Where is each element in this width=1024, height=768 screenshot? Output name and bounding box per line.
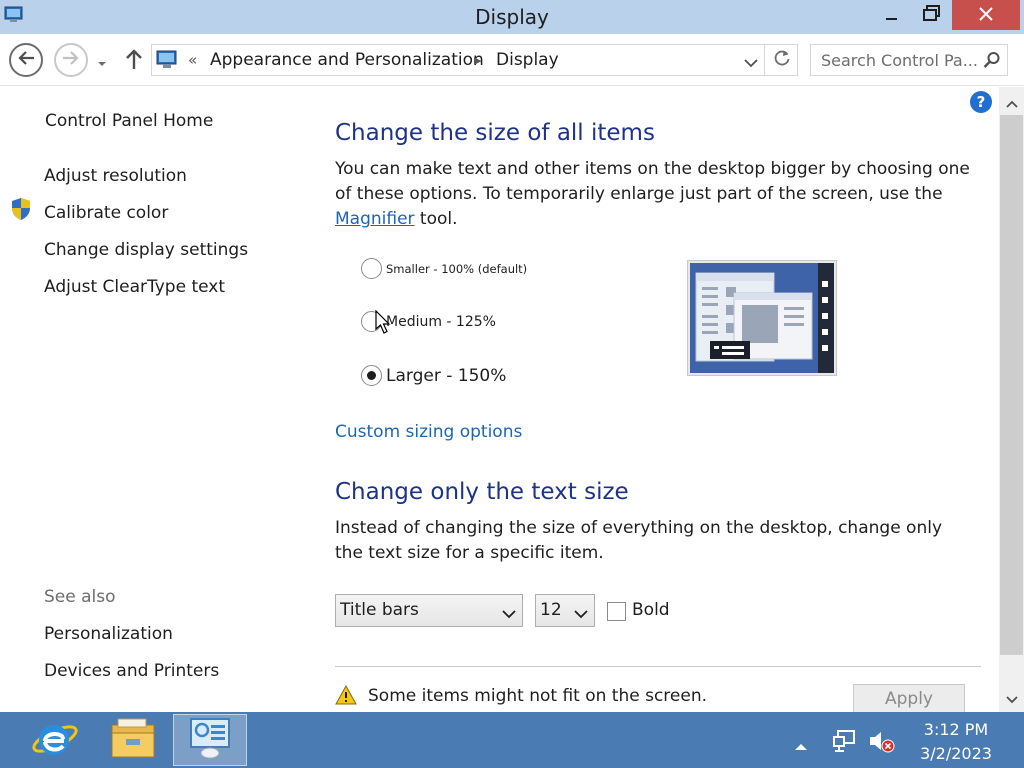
calibrate-color-link[interactable]: Calibrate color: [44, 203, 168, 223]
maximize-button[interactable]: [912, 0, 952, 30]
display-scaling-preview: [687, 260, 837, 376]
navigation-bar: « Appearance and Personalization ▸ Displ…: [0, 34, 1024, 86]
refresh-button[interactable]: [764, 45, 798, 75]
warning-icon: [335, 684, 357, 709]
personalization-link[interactable]: Personalization: [44, 624, 173, 644]
scroll-down-button[interactable]: [999, 687, 1024, 709]
bold-checkbox-label[interactable]: Bold: [632, 600, 670, 620]
uac-shield-icon: [10, 197, 32, 225]
custom-sizing-options-link[interactable]: Custom sizing options: [335, 422, 522, 442]
control-panel-home-link[interactable]: Control Panel Home: [45, 111, 213, 131]
radio-button-smaller[interactable]: [361, 258, 382, 279]
refresh-icon: [773, 49, 791, 71]
radio-option-larger[interactable]: Larger - 150%: [361, 365, 506, 386]
taskbar: 3:12 PM 3/2/2023: [0, 712, 1024, 768]
chevron-down-icon: [502, 605, 516, 625]
apply-button[interactable]: Apply: [853, 684, 965, 714]
text-item-select-value: Title bars: [340, 600, 419, 620]
description-text: You can make text and other items on the…: [335, 159, 970, 204]
radio-label-medium: Medium - 125%: [386, 313, 496, 330]
search-input[interactable]: [811, 45, 981, 75]
arrow-right-icon: [62, 50, 80, 70]
font-size-select[interactable]: 12: [535, 594, 595, 627]
chevron-down-icon: [1005, 689, 1018, 708]
chevron-down-icon: [744, 54, 758, 73]
up-button[interactable]: [124, 48, 144, 74]
file-explorer-icon: [108, 715, 158, 765]
warning-message: Some items might not fit on the screen.: [368, 686, 708, 706]
taskbar-internet-explorer[interactable]: [18, 714, 92, 766]
font-size-select-value: 12: [540, 600, 562, 620]
close-icon: [979, 6, 993, 25]
breadcrumb-overflow[interactable]: «: [188, 51, 197, 69]
chevron-down-icon: [574, 605, 588, 625]
chevron-up-icon: [1005, 93, 1018, 112]
help-icon[interactable]: ?: [970, 91, 992, 113]
title-bar: Display: [0, 0, 1024, 34]
back-button[interactable]: [9, 43, 43, 77]
minimize-button[interactable]: [872, 0, 912, 30]
show-hidden-icons-icon[interactable]: [794, 736, 808, 755]
clock-time: 3:12 PM: [923, 720, 989, 739]
forward-button[interactable]: [54, 43, 88, 77]
text-item-select[interactable]: Title bars: [335, 594, 523, 627]
arrow-left-icon: [17, 50, 35, 70]
taskbar-control-panel[interactable]: [173, 714, 247, 766]
main-content: Change the size of all items You can mak…: [320, 87, 996, 714]
magnifier-link[interactable]: Magnifier: [335, 209, 415, 229]
see-also-heading: See also: [44, 587, 116, 607]
devices-and-printers-link[interactable]: Devices and Printers: [44, 661, 219, 681]
network-icon[interactable]: [832, 729, 858, 757]
breadcrumb-display[interactable]: Display: [496, 50, 559, 70]
search-icon[interactable]: [983, 51, 1001, 73]
radio-label-smaller: Smaller - 100% (default): [386, 261, 528, 276]
radio-option-smaller[interactable]: Smaller - 100% (default): [361, 258, 527, 279]
text-section-description: Instead of changing the size of everythi…: [335, 518, 943, 563]
scrollbar-thumb[interactable]: [1000, 115, 1023, 655]
radio-button-larger[interactable]: [361, 365, 382, 386]
internet-explorer-icon: [30, 715, 80, 765]
size-section-description: You can make text and other items on the…: [335, 157, 975, 232]
system-clock[interactable]: 3:12 PM 3/2/2023: [910, 718, 1002, 766]
taskbar-file-explorer[interactable]: [96, 714, 170, 766]
maximize-icon: [923, 5, 941, 25]
left-navigation-pane: Control Panel Home Adjust resolution Cal…: [0, 87, 320, 712]
search-box[interactable]: [810, 44, 1008, 76]
adjust-resolution-link[interactable]: Adjust resolution: [44, 166, 187, 186]
control-panel-icon: [185, 715, 235, 765]
size-section-heading: Change the size of all items: [335, 120, 655, 146]
text-section-heading: Change only the text size: [335, 479, 629, 505]
vertical-scrollbar[interactable]: [999, 87, 1024, 712]
bold-checkbox[interactable]: [607, 602, 626, 621]
close-button[interactable]: [952, 0, 1020, 30]
scroll-up-button[interactable]: [999, 91, 1024, 113]
radio-label-larger: Larger - 150%: [386, 365, 507, 386]
minimize-icon: [886, 6, 898, 25]
description-text-end: tool.: [414, 209, 458, 229]
volume-muted-icon[interactable]: [868, 729, 896, 757]
breadcrumb-separator[interactable]: ▸: [474, 51, 482, 69]
control-panel-icon: [156, 50, 178, 74]
divider: [335, 666, 981, 667]
window-title: Display: [475, 5, 549, 29]
adjust-cleartype-link[interactable]: Adjust ClearType text: [44, 277, 225, 297]
address-dropdown-button[interactable]: [744, 54, 758, 73]
breadcrumb-appearance[interactable]: Appearance and Personalization: [210, 50, 484, 70]
address-bar[interactable]: « Appearance and Personalization ▸ Displ…: [151, 44, 798, 76]
mouse-cursor-icon: [375, 309, 391, 340]
recent-locations-button[interactable]: [96, 53, 108, 72]
preview-illustration: [690, 263, 834, 373]
clock-date: 3/2/2023: [920, 744, 992, 763]
change-display-settings-link[interactable]: Change display settings: [44, 240, 248, 260]
